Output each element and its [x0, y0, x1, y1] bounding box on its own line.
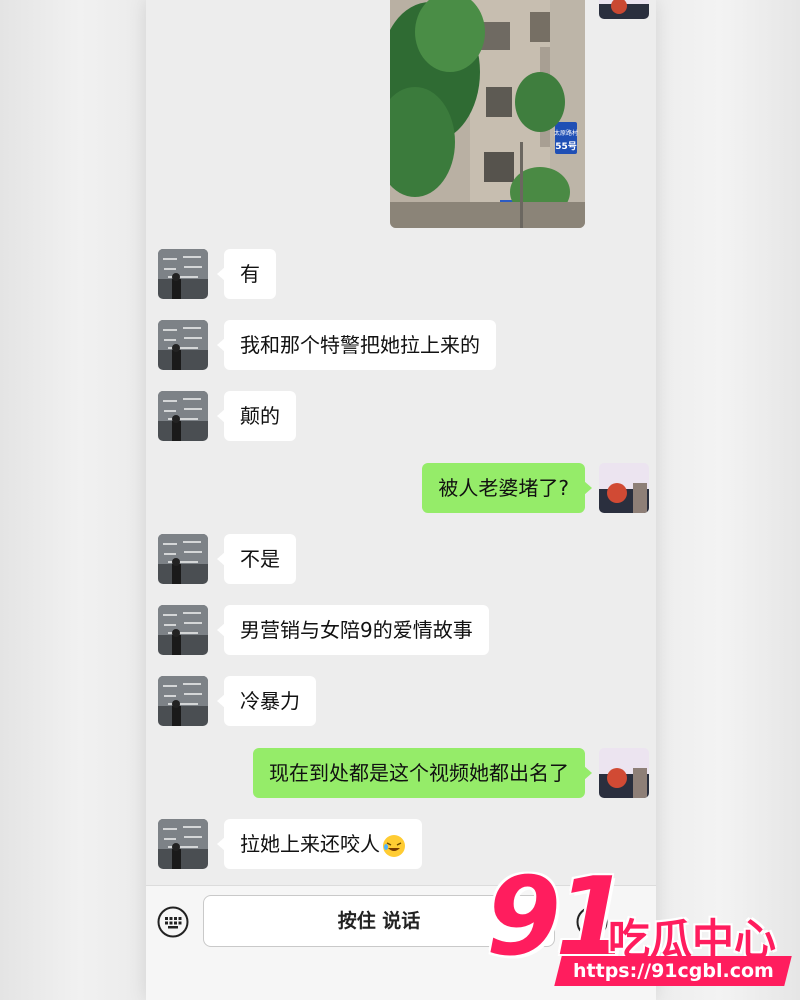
rolling-laughing-emoji-icon — [383, 834, 405, 857]
watermark-url: https://91cgbl.com — [554, 956, 792, 986]
message-text: 冷暴力 — [240, 689, 300, 713]
message-row: 颠的 — [146, 391, 656, 443]
message-text: 我和那个特警把她拉上来的 — [240, 333, 480, 357]
message-row: 被人老婆堵了? — [146, 463, 656, 515]
shared-photo[interactable]: 太原路村 55号 — [390, 0, 585, 228]
message-text: 不是 — [240, 547, 280, 571]
street-sign-line1: 太原路村 — [554, 129, 578, 137]
message-text: 拉她上来还咬人 — [240, 832, 380, 856]
contact-avatar[interactable] — [158, 676, 208, 726]
message-row: 男营销与女陪9的爱情故事 — [146, 605, 656, 657]
incoming-message-bubble[interactable]: 冷暴力 — [217, 676, 316, 726]
message-text: 现在到处都是这个视频她都出名了 — [269, 761, 569, 785]
message-row: 现在到处都是这个视频她都出名了 — [146, 748, 656, 800]
site-watermark: 91 吃瓜中心 https://91cgbl.com — [480, 858, 800, 1000]
incoming-message-bubble[interactable]: 男营销与女陪9的爱情故事 — [217, 605, 489, 655]
my-avatar[interactable] — [599, 463, 649, 513]
contact-avatar[interactable] — [158, 534, 208, 584]
message-row: 我和那个特警把她拉上来的 — [146, 320, 656, 372]
street-sign-line2: 55号 — [555, 141, 577, 152]
contact-avatar[interactable] — [158, 391, 208, 441]
incoming-message-bubble[interactable]: 拉她上来还咬人 — [217, 819, 422, 869]
my-avatar[interactable] — [599, 748, 649, 798]
keyboard-icon — [157, 906, 189, 938]
contact-avatar[interactable] — [158, 605, 208, 655]
message-row: 有 — [146, 249, 656, 301]
outgoing-message-bubble[interactable]: 被人老婆堵了? — [422, 463, 592, 513]
message-row: 不是 — [146, 534, 656, 586]
message-text: 男营销与女陪9的爱情故事 — [240, 618, 473, 642]
message-text: 有 — [240, 262, 260, 286]
contact-avatar[interactable] — [158, 320, 208, 370]
my-avatar-top[interactable] — [599, 0, 649, 19]
keyboard-toggle-button[interactable] — [157, 906, 189, 938]
incoming-message-bubble[interactable]: 不是 — [217, 534, 296, 584]
contact-avatar[interactable] — [158, 249, 208, 299]
message-row: 冷暴力 — [146, 676, 656, 728]
chat-window: 太原路村 55号 有 我和那个特警把她拉上来的 颠的 被人老婆堵了? 不是 男营… — [146, 0, 656, 1000]
outgoing-message-bubble[interactable]: 现在到处都是这个视频她都出名了 — [253, 748, 592, 798]
incoming-message-bubble[interactable]: 有 — [217, 249, 276, 299]
contact-avatar[interactable] — [158, 819, 208, 869]
incoming-message-bubble[interactable]: 颠的 — [217, 391, 296, 441]
incoming-message-bubble[interactable]: 我和那个特警把她拉上来的 — [217, 320, 496, 370]
message-text: 颠的 — [240, 404, 280, 428]
message-text: 被人老婆堵了? — [438, 476, 569, 500]
